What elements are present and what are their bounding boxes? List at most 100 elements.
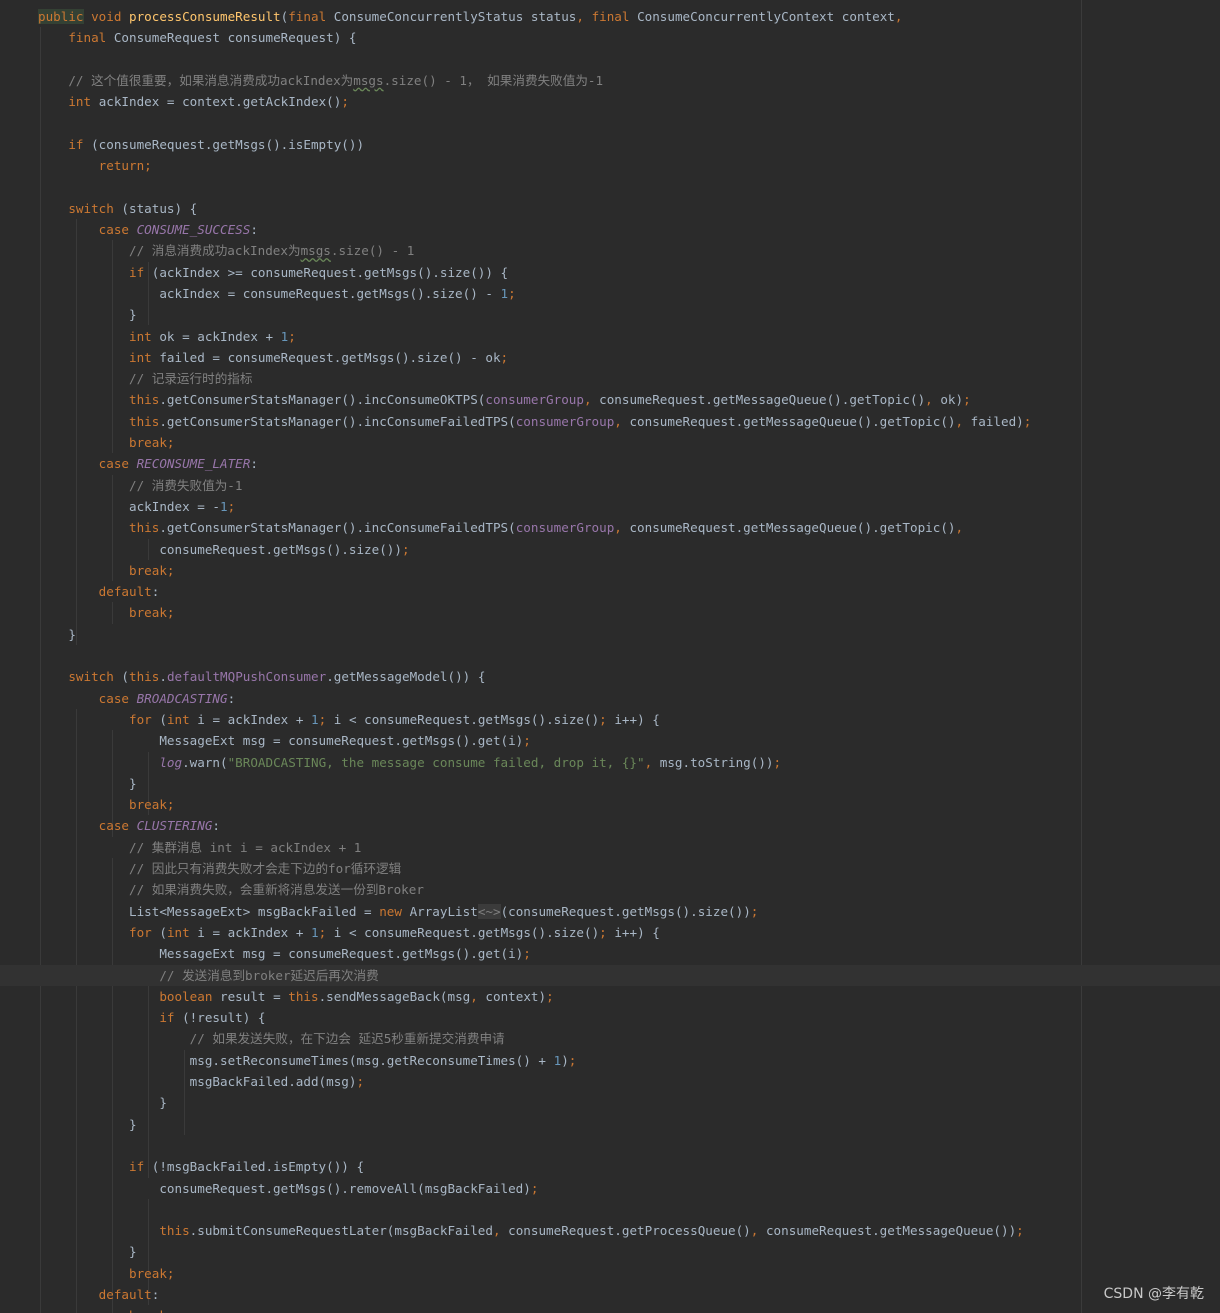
code-line[interactable]: } bbox=[0, 773, 1220, 794]
code-token: ok = ackIndex + bbox=[159, 328, 281, 344]
code-line[interactable]: public void processConsumeResult(final C… bbox=[0, 6, 1220, 27]
code-token: (!result) { bbox=[182, 1010, 266, 1026]
code-line[interactable]: default: bbox=[0, 1284, 1220, 1305]
code-line[interactable]: switch (this.defaultMQPushConsumer.getMe… bbox=[0, 666, 1220, 687]
code-token: i < consumeRequest.getMsgs().size() bbox=[333, 924, 600, 940]
code-line[interactable]: consumeRequest.getMsgs().size()); bbox=[0, 539, 1220, 560]
code-line[interactable] bbox=[0, 113, 1220, 134]
code-token: // 消息消费成功ackIndex为 bbox=[129, 243, 301, 259]
code-token: CONSUME_SUCCESS bbox=[136, 222, 251, 237]
code-line[interactable]: } bbox=[0, 304, 1220, 325]
code-token: .submitConsumeRequestLater(msgBackFailed bbox=[189, 1223, 493, 1239]
code-line[interactable]: if (!result) { bbox=[0, 1007, 1220, 1028]
code-line[interactable]: break; bbox=[0, 560, 1220, 581]
code-line[interactable]: break; bbox=[0, 794, 1220, 815]
code-line[interactable]: if (!msgBackFailed.isEmpty()) { bbox=[0, 1156, 1220, 1177]
code-line[interactable]: msgBackFailed.add(msg); bbox=[0, 1071, 1220, 1092]
code-line[interactable]: break; bbox=[0, 1263, 1220, 1284]
code-token: 1 bbox=[311, 924, 319, 940]
code-line[interactable] bbox=[0, 176, 1220, 197]
code-line[interactable]: consumeRequest.getMsgs().removeAll(msgBa… bbox=[0, 1178, 1220, 1199]
code-line[interactable]: this.getConsumerStatsManager().incConsum… bbox=[0, 411, 1220, 432]
code-token: (ackIndex >= consumeRequest.getMsgs().si… bbox=[151, 264, 509, 280]
code-line[interactable]: // 发送消息到broker延迟后再次消费 bbox=[0, 964, 1220, 986]
code-line[interactable]: this.getConsumerStatsManager().incConsum… bbox=[0, 517, 1220, 538]
code-line[interactable]: case CLUSTERING: bbox=[0, 815, 1220, 836]
code-token: // 集群消息 int i = ackIndex + 1 bbox=[129, 839, 362, 855]
code-line[interactable]: if (ackIndex >= consumeRequest.getMsgs()… bbox=[0, 262, 1220, 283]
code-line[interactable]: int ackIndex = context.getAckIndex(); bbox=[0, 91, 1220, 112]
code-line[interactable]: // 记录运行时的指标 bbox=[0, 368, 1220, 389]
code-token: ; bbox=[318, 924, 334, 940]
code-token: if bbox=[129, 1159, 152, 1175]
code-line[interactable]: case CONSUME_SUCCESS: bbox=[0, 219, 1220, 240]
code-line[interactable]: // 消费失败值为-1 bbox=[0, 475, 1220, 496]
code-token: consumerGroup bbox=[515, 520, 615, 536]
code-line[interactable]: switch (status) { bbox=[0, 198, 1220, 219]
code-line[interactable]: break; bbox=[0, 432, 1220, 453]
code-line[interactable]: // 如果发送失败，在下边会 延迟5秒重新提交消费申请 bbox=[0, 1028, 1220, 1049]
code-token: msg.toString()) bbox=[659, 754, 774, 770]
code-line[interactable]: default: bbox=[0, 581, 1220, 602]
code-line[interactable]: List<MessageExt> msgBackFailed = new Arr… bbox=[0, 901, 1220, 922]
code-token: int bbox=[129, 349, 160, 365]
code-line[interactable]: int failed = consumeRequest.getMsgs().si… bbox=[0, 347, 1220, 368]
code-token: ) bbox=[561, 1052, 569, 1068]
code-token: , bbox=[955, 520, 964, 536]
code-token: } bbox=[38, 1095, 167, 1111]
code-line[interactable] bbox=[0, 49, 1220, 70]
code-line[interactable]: this.getConsumerStatsManager().incConsum… bbox=[0, 389, 1220, 410]
code-line[interactable]: // 消息消费成功ackIndex为msgs.size() - 1 bbox=[0, 240, 1220, 261]
code-line[interactable]: break; bbox=[0, 1305, 1220, 1313]
code-token: case bbox=[98, 690, 137, 706]
code-line[interactable]: } bbox=[0, 1092, 1220, 1113]
code-token: .size() - 1， 如果消费失败值为-1 bbox=[383, 72, 604, 88]
code-line[interactable]: // 集群消息 int i = ackIndex + 1 bbox=[0, 837, 1220, 858]
code-line[interactable]: this.submitConsumeRequestLater(msgBackFa… bbox=[0, 1220, 1220, 1241]
code-line[interactable] bbox=[0, 1199, 1220, 1220]
code-token: , bbox=[614, 413, 630, 429]
code-line[interactable]: return; bbox=[0, 155, 1220, 176]
code-line[interactable] bbox=[0, 1135, 1220, 1156]
code-line[interactable]: } bbox=[0, 1241, 1220, 1262]
code-line[interactable]: final ConsumeRequest consumeRequest) { bbox=[0, 27, 1220, 48]
code-line[interactable]: MessageExt msg = consumeRequest.getMsgs(… bbox=[0, 730, 1220, 751]
code-line[interactable]: break; bbox=[0, 602, 1220, 623]
code-token: ok) bbox=[940, 392, 964, 408]
code-token: consumeRequest.getMessageQueue().getTopi… bbox=[629, 413, 956, 429]
code-line[interactable]: // 这个值很重要，如果消息消费成功ackIndex为msgs.size() -… bbox=[0, 70, 1220, 91]
code-token: , bbox=[576, 9, 592, 24]
code-line[interactable]: } bbox=[0, 1114, 1220, 1135]
code-token: .getConsumerStatsManager().incConsumeOKT… bbox=[159, 392, 486, 408]
code-token: final bbox=[591, 9, 638, 24]
code-line[interactable]: // 如果消费失败，会重新将消息发送一份到Broker bbox=[0, 879, 1220, 900]
code-line[interactable]: for (int i = ackIndex + 1; i < consumeRe… bbox=[0, 709, 1220, 730]
code-line[interactable]: case BROADCASTING: bbox=[0, 688, 1220, 709]
code-line[interactable]: ackIndex = -1; bbox=[0, 496, 1220, 517]
code-line[interactable]: if (consumeRequest.getMsgs().isEmpty()) bbox=[0, 134, 1220, 155]
code-line[interactable]: for (int i = ackIndex + 1; i < consumeRe… bbox=[0, 922, 1220, 943]
code-editor[interactable]: public void processConsumeResult (final C… bbox=[0, 0, 1220, 1313]
code-line[interactable]: MessageExt msg = consumeRequest.getMsgs(… bbox=[0, 943, 1220, 964]
code-line[interactable]: msg.setReconsumeTimes(msg.getReconsumeTi… bbox=[0, 1050, 1220, 1071]
code-line[interactable] bbox=[0, 645, 1220, 666]
code-line[interactable]: boolean result = this.sendMessageBack(ms… bbox=[0, 986, 1220, 1007]
code-token: , bbox=[750, 1223, 766, 1239]
code-token: consumerGroup bbox=[485, 392, 584, 408]
code-line[interactable]: int ok = ackIndex + 1; bbox=[0, 326, 1220, 347]
code-line[interactable]: } bbox=[0, 624, 1220, 645]
code-line[interactable]: case RECONSUME_LATER: bbox=[0, 453, 1220, 474]
code-token: : bbox=[227, 690, 236, 706]
code-line[interactable]: // 因此只有消费失败才会走下边的for循环逻辑 bbox=[0, 858, 1220, 879]
code-line[interactable]: log.warn("BROADCASTING, the message cons… bbox=[0, 752, 1220, 773]
code-token: boolean bbox=[159, 988, 220, 1004]
code-line[interactable]: ackIndex = consumeRequest.getMsgs().size… bbox=[0, 283, 1220, 304]
